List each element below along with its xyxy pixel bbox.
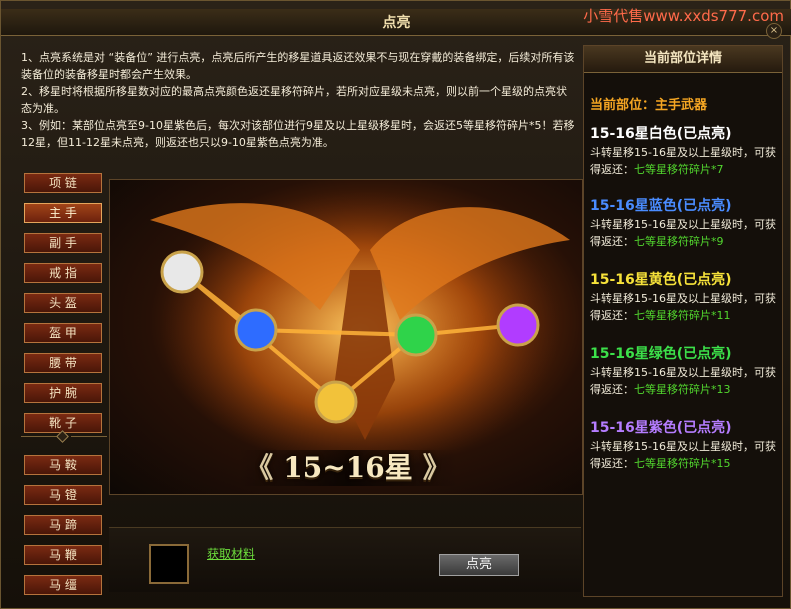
green-orb[interactable]	[394, 313, 438, 357]
instruction-line: 3、例如：某部位点亮至9-10星紫色后，每次对该部位进行9星及以上星级移星时，会…	[21, 119, 575, 149]
star-range-label: 15~16星	[283, 451, 413, 484]
slot-button-helmet[interactable]: 头 盔	[24, 293, 102, 313]
gold-orb[interactable]	[314, 380, 358, 424]
tier-title: 15-16星绿色(已点亮)	[590, 346, 732, 362]
tier-description: 斗转星移15-16星及以上星级时，可获	[590, 218, 776, 231]
tier-reward-prefix: 得返还：	[590, 457, 634, 470]
slot-button-ring[interactable]: 戒 指	[24, 263, 102, 283]
tier-reward-prefix: 得返还：	[590, 163, 634, 176]
tier-yellow: 15-16星黄色(已点亮) 斗转星移15-16星及以上星级时，可获 得返还：七等…	[590, 270, 780, 324]
close-button[interactable]: ×	[766, 23, 782, 39]
phoenix-illustration	[150, 190, 570, 470]
current-slot-label: 当前部位：主手武器	[590, 98, 708, 113]
slot-button-armor[interactable]: 盔 甲	[24, 323, 102, 343]
material-slot[interactable]	[149, 544, 189, 584]
prev-range-arrow[interactable]: 《	[245, 450, 273, 486]
slot-button-bracer[interactable]: 护 腕	[24, 383, 102, 403]
tier-description: 斗转星移15-16星及以上星级时，可获	[590, 146, 776, 159]
slot-button-saddle[interactable]: 马 鞍	[24, 455, 102, 475]
tier-purple: 15-16星紫色(已点亮) 斗转星移15-16星及以上星级时，可获 得返还：七等…	[590, 418, 780, 472]
instruction-line: 1、点亮系统是对 “装备位” 进行点亮，点亮后所产生的移星道具返还效果不与现在穿…	[21, 51, 575, 81]
tier-description: 斗转星移15-16星及以上星级时，可获	[590, 366, 776, 379]
detail-panel: 当前部位详情 当前部位：主手武器 15-16星白色(已点亮) 斗转星移15-16…	[583, 45, 783, 597]
slot-button-whip[interactable]: 马 鞭	[24, 545, 102, 565]
lightup-window: 点亮 小雪代售www.xxds777.com × 1、点亮系统是对 “装备位” …	[0, 0, 791, 609]
tier-reward-item: 七等星移符碎片*7	[634, 163, 724, 176]
blue-orb[interactable]	[234, 308, 278, 352]
tier-title: 15-16星白色(已点亮)	[590, 126, 732, 142]
instructions-text: 1、点亮系统是对 “装备位” 进行点亮，点亮后所产生的移星道具返还效果不与现在穿…	[21, 49, 577, 161]
lightup-button[interactable]: 点亮	[439, 554, 519, 576]
star-range-banner: 《 15~16星》	[238, 450, 458, 486]
tier-reward-prefix: 得返还：	[590, 235, 634, 248]
slot-button-horseshoe[interactable]: 马 蹄	[24, 515, 102, 535]
detail-header: 当前部位详情	[584, 46, 782, 73]
tier-reward: 得返还：七等星移符碎片*9	[590, 233, 780, 250]
tier-white: 15-16星白色(已点亮) 斗转星移15-16星及以上星级时，可获 得返还：七等…	[590, 124, 780, 178]
slot-divider	[21, 430, 107, 443]
tier-reward-item: 七等星移符碎片*13	[634, 383, 731, 396]
tier-title: 15-16星黄色(已点亮)	[590, 272, 732, 288]
tier-reward: 得返还：七等星移符碎片*7	[590, 161, 780, 178]
next-range-arrow[interactable]: 》	[423, 450, 451, 486]
slot-button-necklace[interactable]: 项 链	[24, 173, 102, 193]
slot-button-reins[interactable]: 马 缰	[24, 575, 102, 595]
tier-title: 15-16星紫色(已点亮)	[590, 420, 732, 436]
tier-description: 斗转星移15-16星及以上星级时，可获	[590, 440, 776, 453]
tier-reward: 得返还：七等星移符碎片*11	[590, 307, 780, 324]
tier-blue: 15-16星蓝色(已点亮) 斗转星移15-16星及以上星级时，可获 得返还：七等…	[590, 196, 780, 250]
get-material-link[interactable]: 获取材料	[207, 545, 255, 562]
slot-button-stirrup[interactable]: 马 镫	[24, 485, 102, 505]
tier-reward-prefix: 得返还：	[590, 383, 634, 396]
white-orb[interactable]	[160, 250, 204, 294]
tier-reward-item: 七等星移符碎片*15	[634, 457, 731, 470]
slot-button-off-hand[interactable]: 副 手	[24, 233, 102, 253]
phoenix-stage: 《 15~16星》	[109, 179, 583, 495]
slot-button-main-hand[interactable]: 主 手	[24, 203, 102, 223]
tier-reward: 得返还：七等星移符碎片*15	[590, 455, 780, 472]
watermark-text: 小雪代售www.xxds777.com	[583, 7, 784, 25]
tier-reward-prefix: 得返还：	[590, 309, 634, 322]
tier-reward-item: 七等星移符碎片*11	[634, 309, 731, 322]
purple-orb[interactable]	[496, 303, 540, 347]
tier-reward: 得返还：七等星移符碎片*13	[590, 381, 780, 398]
tier-description: 斗转星移15-16星及以上星级时，可获	[590, 292, 776, 305]
tier-green: 15-16星绿色(已点亮) 斗转星移15-16星及以上星级时，可获 得返还：七等…	[590, 344, 780, 398]
tier-reward-item: 七等星移符碎片*9	[634, 235, 724, 248]
slot-button-belt[interactable]: 腰 带	[24, 353, 102, 373]
material-bar: 获取材料 点亮	[109, 527, 581, 592]
instruction-line: 2、移星时将根据所移星数对应的最高点亮颜色返还星移符碎片，若所对应星级未点亮，则…	[21, 85, 567, 115]
tier-title: 15-16星蓝色(已点亮)	[590, 198, 732, 214]
